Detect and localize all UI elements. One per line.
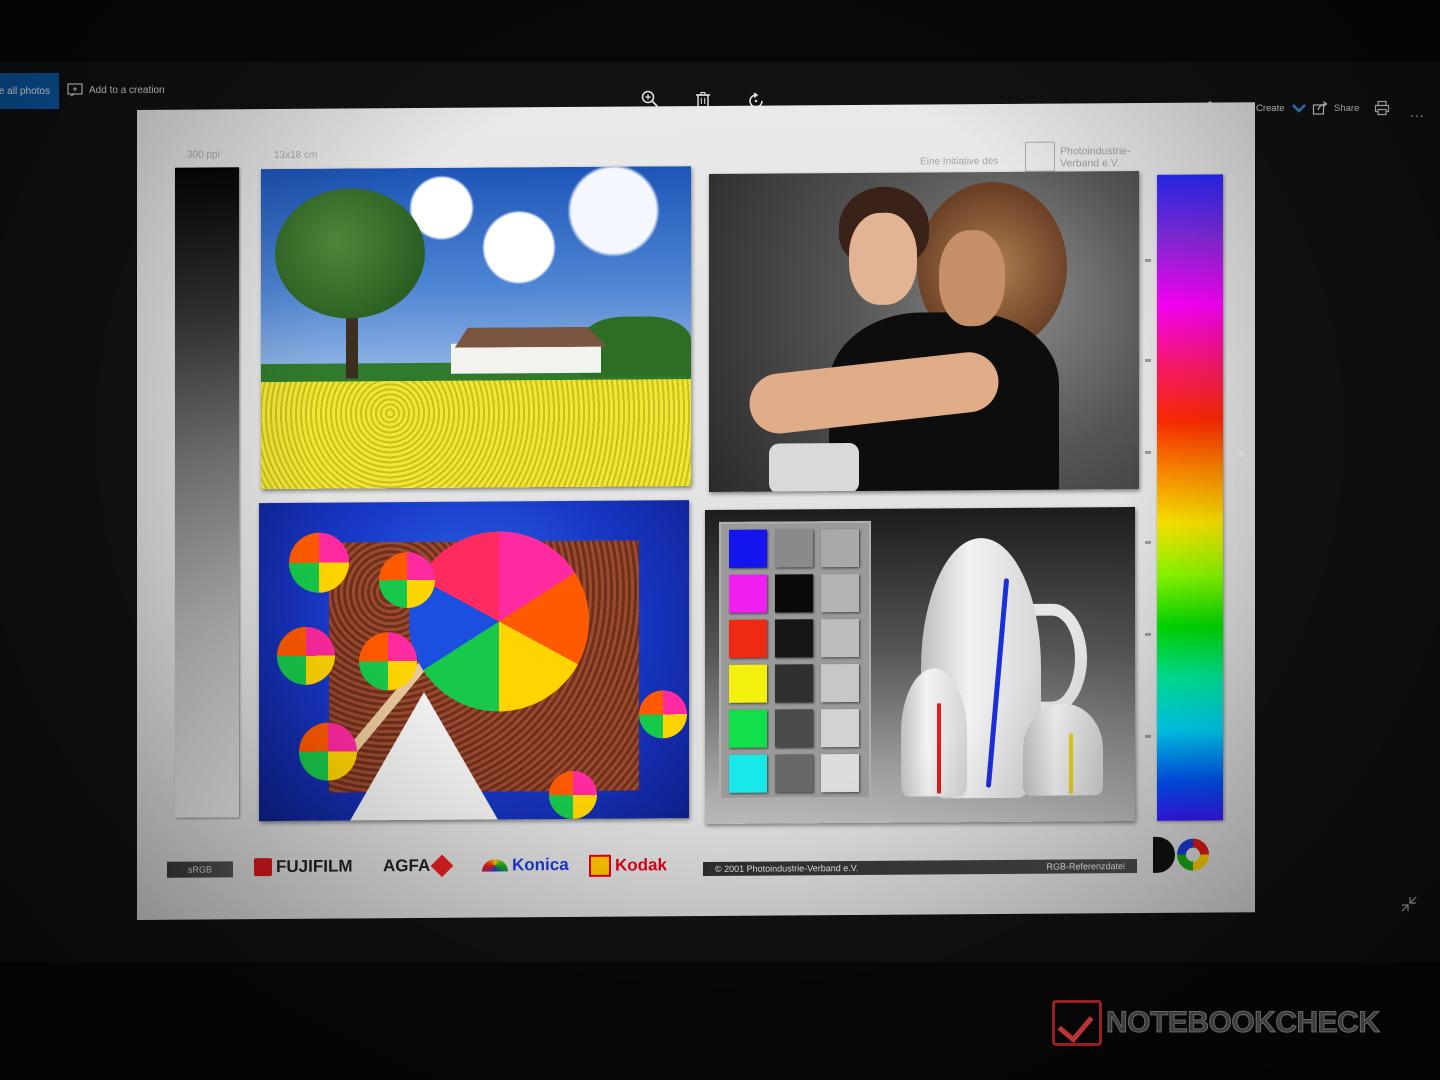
porcelain-shaker	[901, 668, 967, 797]
rapeseed-field	[261, 379, 691, 490]
share-label: Share	[1334, 102, 1360, 114]
notebookcheck-watermark: NOTEBOOKCHECK	[1052, 1000, 1381, 1046]
fujifilm-logo: FUJIFILM	[254, 856, 353, 877]
face-left	[849, 212, 917, 306]
print-icon	[1374, 100, 1390, 116]
fujifilm-mark-icon	[254, 858, 272, 877]
small-pinwheel	[549, 770, 597, 820]
share-icon	[1312, 101, 1328, 115]
register-tick	[1145, 734, 1151, 738]
color-swatch	[729, 574, 767, 613]
piv-name-line2: Verband e.V.	[1060, 157, 1120, 170]
color-swatch	[729, 529, 767, 568]
small-pinwheel	[639, 690, 687, 739]
thatched-roof	[445, 327, 607, 348]
color-swatch	[821, 753, 859, 793]
small-pinwheel	[289, 532, 349, 593]
watermark-text: NOTEBOOKCHECK	[1106, 1006, 1381, 1040]
piv-name-line1: Photoindustrie-	[1060, 145, 1131, 158]
pinwheel-photo	[259, 500, 689, 822]
portrait-photo	[709, 171, 1139, 493]
white-chair	[769, 442, 859, 493]
tree-crown	[275, 187, 425, 320]
color-swatch	[775, 619, 813, 658]
more-icon[interactable]: ...	[1410, 104, 1425, 120]
copyright-bar: © 2001 Photoindustrie-Verband e.V. RGB-R…	[703, 859, 1137, 877]
print-button[interactable]	[1374, 100, 1390, 116]
copyright-text: © 2001 Photoindustrie-Verband e.V.	[715, 862, 859, 874]
konica-text: Konica	[512, 854, 569, 875]
color-swatch	[729, 619, 767, 658]
add-to-creation-icon	[67, 83, 83, 97]
color-swatch	[775, 664, 813, 703]
grayscale-strip	[175, 167, 239, 818]
agfa-text: AGFA	[383, 855, 431, 876]
kodak-mark-icon	[589, 854, 611, 877]
small-pinwheel	[277, 626, 335, 686]
red-line	[937, 703, 941, 794]
size-label: 13x18 cm	[274, 149, 318, 162]
small-pinwheel	[299, 722, 357, 781]
initiative-label: Eine Initiative des	[920, 155, 999, 168]
color-checker-photo	[705, 507, 1135, 825]
kodak-text: Kodak	[615, 855, 667, 875]
zoom-in-icon	[641, 90, 659, 108]
ppi-label: 300 ppi	[187, 149, 220, 161]
color-spectrum-strip	[1157, 174, 1223, 821]
chevron-down-icon	[1291, 104, 1306, 113]
color-swatch	[775, 574, 813, 613]
share-button[interactable]: Share	[1312, 100, 1359, 116]
color-swatch	[821, 708, 859, 748]
konica-mark-icon	[482, 859, 508, 872]
reference-label: RGB-Referenzdatei	[1046, 861, 1125, 872]
collapse-icon[interactable]	[1400, 895, 1418, 913]
register-tick	[1145, 450, 1151, 454]
register-tick	[1145, 258, 1151, 262]
color-swatch	[729, 754, 767, 793]
dq-q-mark	[1177, 838, 1209, 871]
small-pinwheel	[379, 551, 435, 609]
register-tick	[1145, 358, 1151, 362]
piv-logo	[1025, 141, 1055, 172]
color-swatch	[775, 754, 813, 793]
dq-logo	[1153, 836, 1209, 873]
color-swatch	[775, 529, 813, 568]
color-swatch	[821, 663, 859, 703]
agfa-logo: AGFA	[383, 854, 454, 878]
color-swatch	[729, 709, 767, 748]
register-tick	[1145, 632, 1151, 636]
add-to-creation-button[interactable]: Add to a creation	[67, 83, 165, 97]
konica-logo: Konica	[482, 855, 569, 876]
color-swatch	[821, 573, 859, 613]
yellow-line	[1069, 733, 1073, 794]
color-swatch	[821, 528, 859, 568]
register-tick	[1145, 540, 1151, 544]
color-checker-board	[719, 520, 871, 800]
see-all-photos-button[interactable]: See all photos	[0, 73, 59, 109]
kodak-logo: Kodak	[589, 854, 667, 877]
large-pinwheel	[409, 530, 589, 713]
landscape-photo	[261, 166, 691, 490]
piv-name: Photoindustrie- Verband e.V.	[1060, 145, 1131, 169]
add-to-creation-label: Add to a creation	[89, 84, 165, 96]
photo-viewer-image: 300 ppi 13x18 cm Eine Initiative des Pho…	[137, 102, 1255, 920]
srgb-label: sRGB	[167, 861, 233, 878]
agfa-mark-icon	[430, 854, 454, 878]
color-swatch	[821, 618, 859, 658]
small-pinwheel	[359, 632, 417, 691]
checkmark-logo-icon	[1052, 1000, 1102, 1046]
color-swatch	[729, 664, 767, 703]
fujifilm-text: FUJIFILM	[276, 856, 353, 877]
face-right	[939, 229, 1005, 327]
porcelain-cup	[1023, 703, 1103, 796]
dq-d-mark	[1153, 836, 1175, 873]
color-swatch	[775, 709, 813, 748]
